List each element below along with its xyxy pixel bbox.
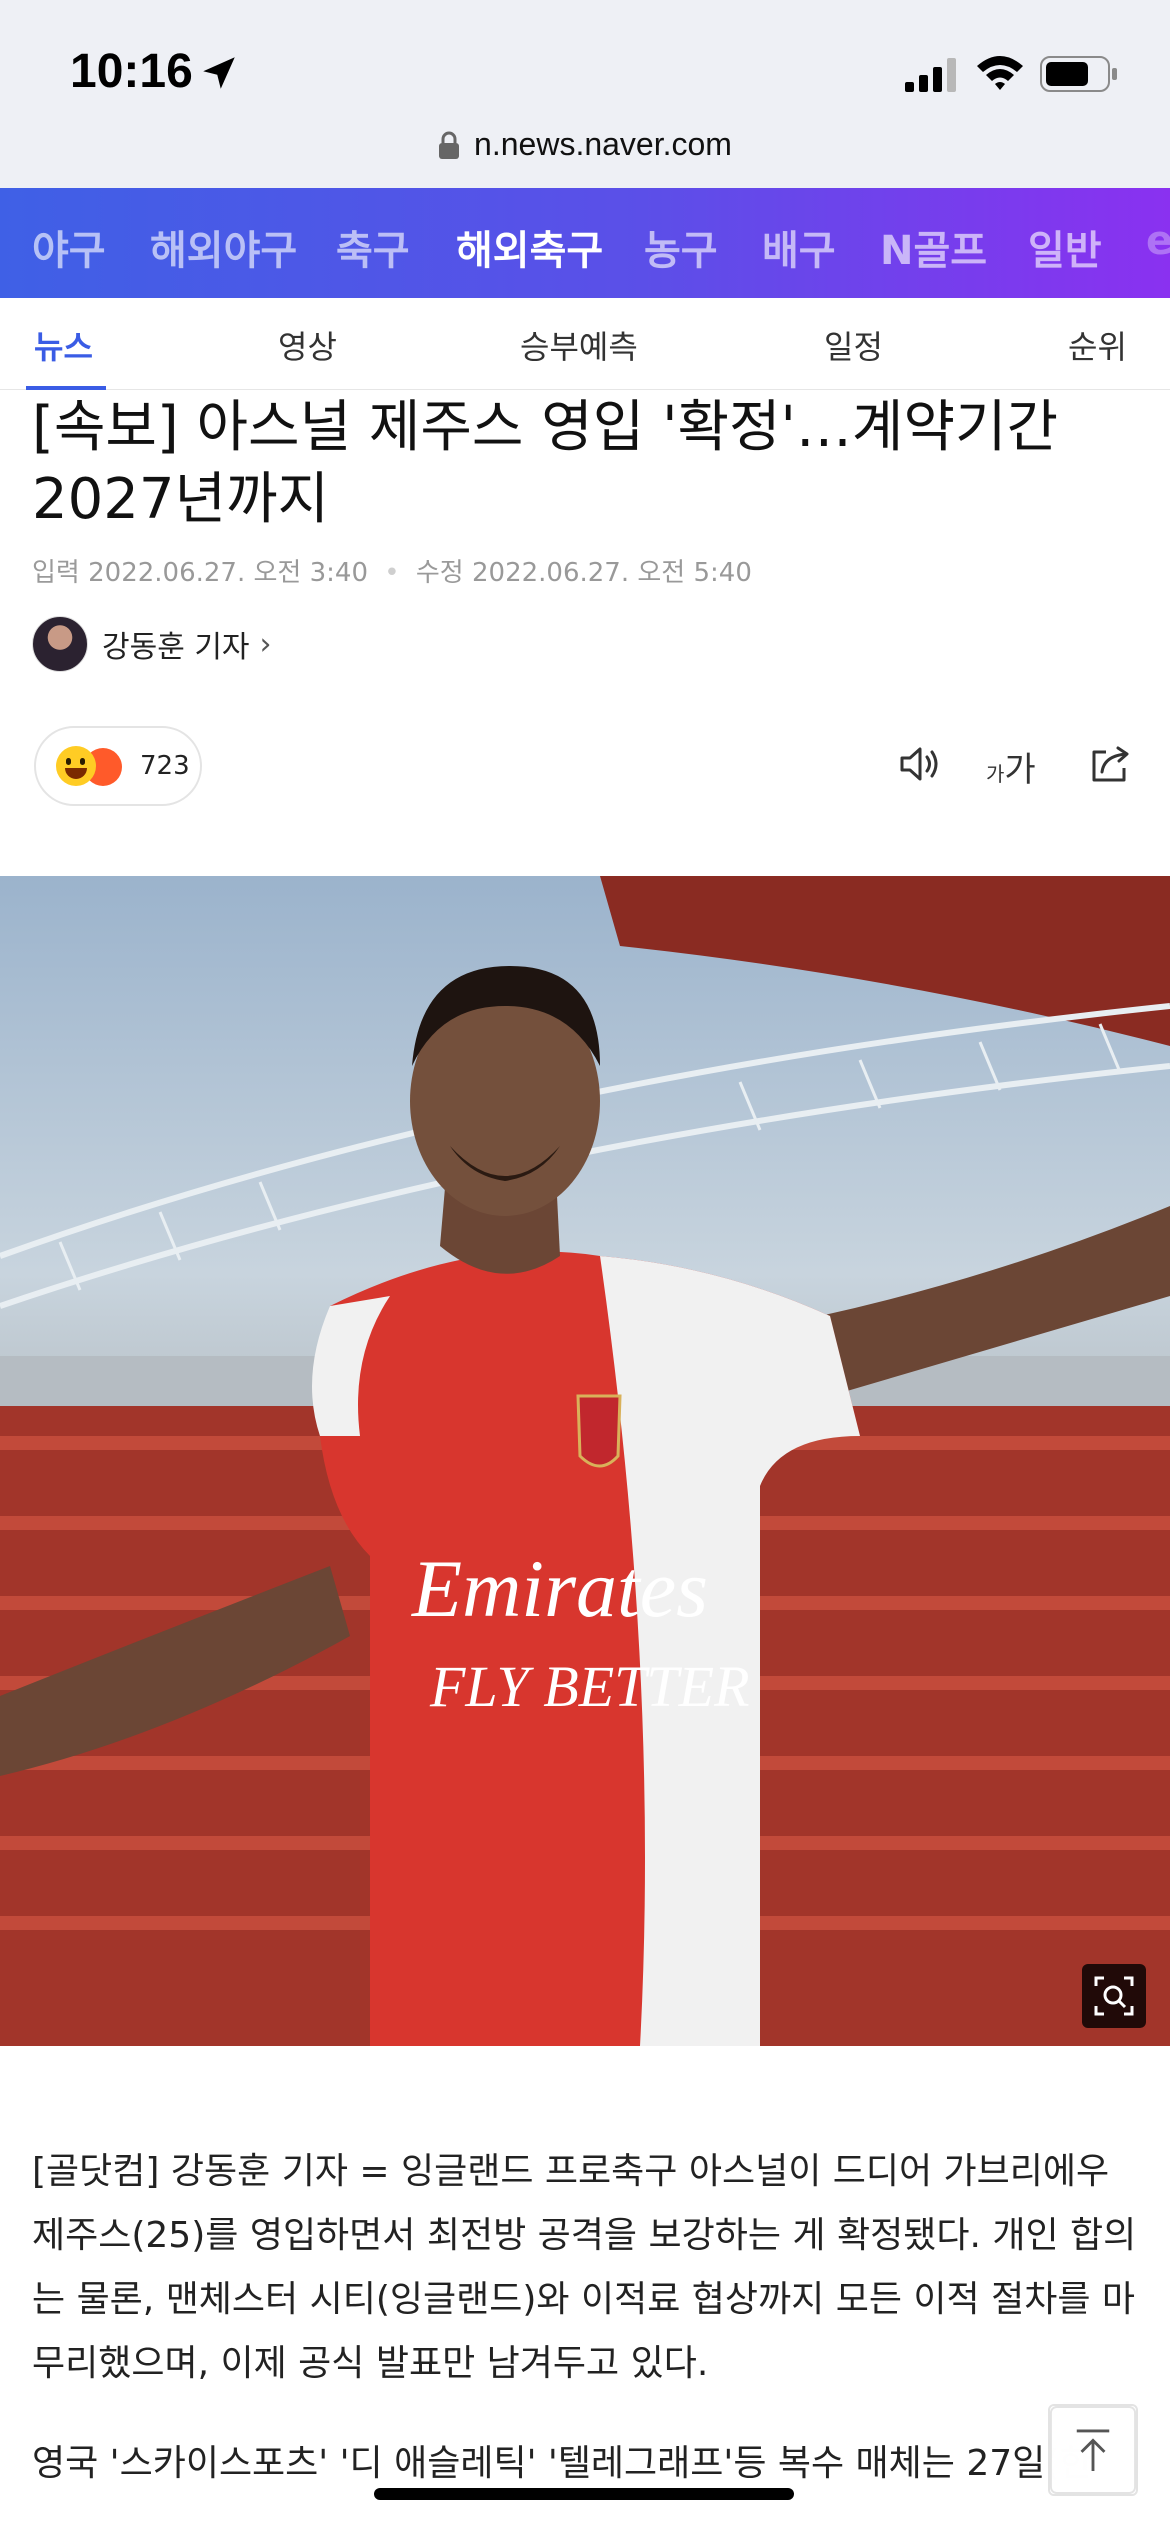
tab-news[interactable]: 뉴스 xyxy=(34,322,93,368)
article-paragraph: 영국 '스카이스포츠' '디 애슬레틱' '텔레그래프'등 복수 매체는 27일… xyxy=(32,2443,1093,2484)
sport-tab-world-football[interactable]: 해외축구 xyxy=(456,218,603,276)
reporter-name[interactable]: 강동훈 기자 xyxy=(102,622,250,666)
sport-tab-general[interactable]: 일반 xyxy=(1028,218,1102,276)
sport-tab-golf[interactable]: N골프 xyxy=(880,218,987,276)
reaction-count: 723 xyxy=(140,751,190,781)
image-zoom-icon[interactable] xyxy=(1082,1964,1146,2028)
chevron-right-icon: › xyxy=(259,626,272,662)
stadium-player-illustration: Emirates FLY BETTER xyxy=(0,876,1170,2046)
url-text[interactable]: n.news.naver.com xyxy=(474,126,732,163)
tab-schedule[interactable]: 일정 xyxy=(824,322,883,368)
reporter-avatar xyxy=(32,616,88,672)
article-body: [골닷컴] 강동훈 기자 = 잉글랜드 프로축구 아스널이 드디어 가브리에우 … xyxy=(32,2140,1142,2532)
sport-tab-world-baseball[interactable]: 해외야구 xyxy=(150,218,297,276)
sport-tab-baseball[interactable]: 야구 xyxy=(32,218,106,276)
input-label: 입력 xyxy=(32,558,80,588)
active-tab-indicator xyxy=(26,386,106,390)
tab-prediction[interactable]: 승부예측 xyxy=(520,322,638,368)
article-paragraph: [골닷컴] 강동훈 기자 = 잉글랜드 프로축구 아스널이 드디어 가브리에우 … xyxy=(32,2151,1137,2384)
scroll-top-button[interactable] xyxy=(1048,2404,1138,2496)
sport-tab-volleyball[interactable]: 배구 xyxy=(762,218,836,276)
font-size-large-label: 가 xyxy=(1004,750,1036,790)
sport-nav: 야구 해외야구 축구 해외축구 농구 배구 N골프 일반 e xyxy=(0,188,1170,298)
sub-tabs: 뉴스 영상 승부예측 일정 순위 xyxy=(0,298,1170,390)
sport-tab-basketball[interactable]: 농구 xyxy=(644,218,718,276)
reporter-link[interactable]: 강동훈 기자 › xyxy=(32,616,272,672)
jersey-sponsor-text: Emirates xyxy=(411,1543,708,1634)
article-headline: [속보] 아스널 제주스 영입 '확정'…계약기간 2027년까지 xyxy=(32,395,1059,532)
tab-ranking[interactable]: 순위 xyxy=(1068,322,1127,368)
status-bar: 10:16 xyxy=(0,0,1170,120)
jersey-slogan-text: FLY BETTER xyxy=(429,1654,750,1719)
share-icon[interactable] xyxy=(1086,740,1134,788)
font-size-small-label: 가 xyxy=(986,762,1005,786)
article-photo[interactable]: Emirates FLY BETTER xyxy=(0,876,1170,2046)
sport-tab-esports[interactable]: e xyxy=(1146,218,1170,264)
reaction-emojis xyxy=(56,744,136,788)
sport-tab-football[interactable]: 축구 xyxy=(336,218,410,276)
lock-icon xyxy=(439,131,460,159)
home-indicator[interactable] xyxy=(374,2488,794,2500)
signal-icon xyxy=(905,58,956,92)
location-arrow-icon xyxy=(203,57,235,89)
laugh-emoji-icon xyxy=(56,746,96,786)
wifi-icon xyxy=(977,56,1023,90)
article-dates: 입력 2022.06.27. 오전 3:40 • 수정 2022.06.27. … xyxy=(32,558,752,588)
battery-icon xyxy=(1040,56,1117,92)
edit-label: 수정 xyxy=(415,558,464,588)
tab-video[interactable]: 영상 xyxy=(278,322,337,368)
font-size-icon[interactable]: 가가 xyxy=(986,742,1036,791)
url-bar[interactable]: n.news.naver.com xyxy=(0,120,1170,188)
edit-date: 2022.06.27. 오전 5:40 xyxy=(471,558,752,588)
reaction-button[interactable]: 723 xyxy=(34,726,202,806)
speaker-icon[interactable] xyxy=(896,740,944,788)
status-time: 10:16 xyxy=(70,45,193,98)
input-date: 2022.06.27. 오전 3:40 xyxy=(88,558,368,588)
